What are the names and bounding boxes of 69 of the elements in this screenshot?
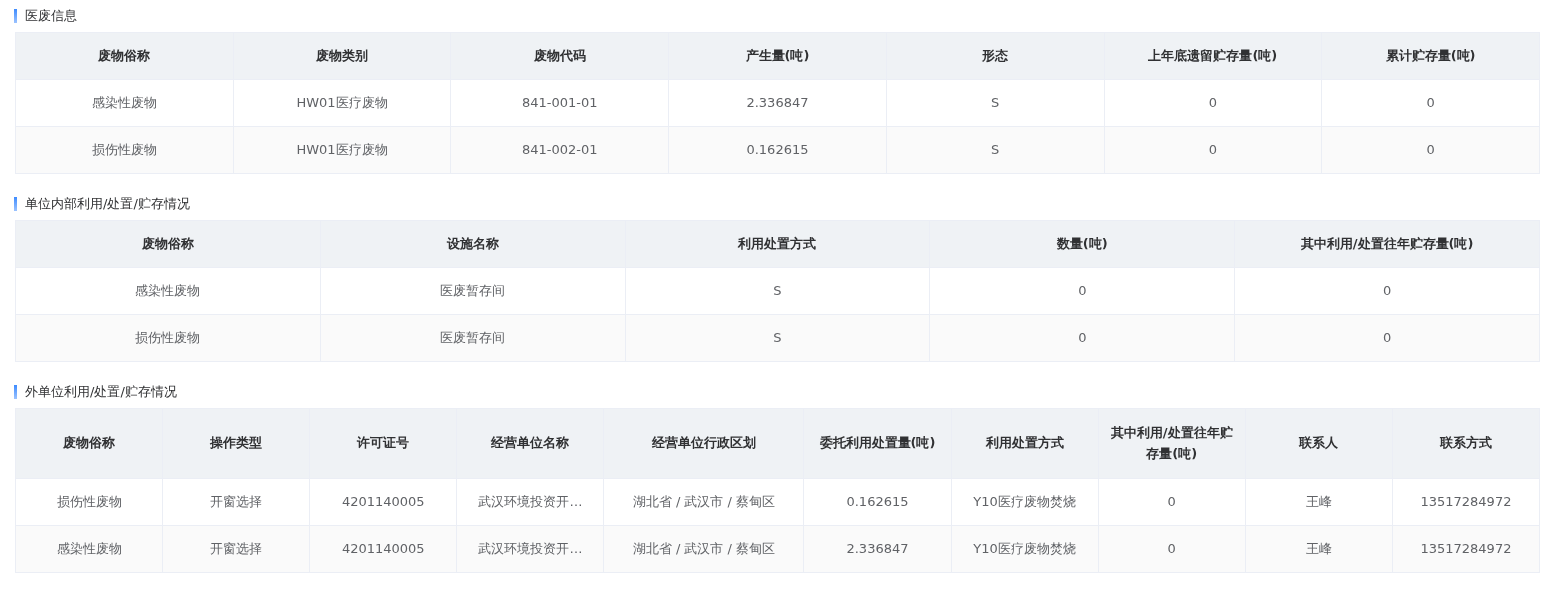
table-cell: 武汉环境投资开… (456, 525, 604, 573)
table-cell: 13517284972 (1392, 478, 1540, 526)
table-cell: 湖北省 / 武汉市 / 蔡甸区 (603, 525, 804, 573)
table-cell: 0 (1234, 314, 1540, 362)
table-cell: 王峰 (1245, 478, 1393, 526)
column-header: 操作类型 (162, 408, 310, 479)
table-cell: 0 (1098, 525, 1246, 573)
column-header: 形态 (886, 32, 1104, 80)
table-cell: 2.336847 (668, 79, 887, 127)
table-cell: S (625, 267, 930, 315)
table-cell: 13517284972 (1392, 525, 1540, 573)
table-cell: 损伤性废物 (15, 126, 234, 174)
table-cell: 2.336847 (803, 525, 952, 573)
column-header: 废物俗称 (15, 220, 321, 268)
column-header: 设施名称 (320, 220, 626, 268)
column-header: 其中利用/处置往年贮存量(吨) (1098, 408, 1246, 479)
table-cell: 0 (1098, 478, 1246, 526)
table-cell: 841-001-01 (450, 79, 669, 127)
table-cell: 感染性废物 (15, 79, 234, 127)
table-cell: 感染性废物 (15, 267, 321, 315)
column-header: 联系方式 (1392, 408, 1540, 479)
table-cell: HW01医疗废物 (233, 79, 451, 127)
column-header: 上年底遗留贮存量(吨) (1104, 32, 1322, 80)
section-title: 单位内部利用/处置/贮存情况 (25, 195, 190, 214)
column-header: 联系人 (1245, 408, 1393, 479)
table-cell: 损伤性废物 (15, 314, 321, 362)
table-cell: S (886, 79, 1104, 127)
column-header: 废物代码 (450, 32, 669, 80)
table-cell: 4201140005 (309, 525, 457, 573)
column-header: 废物类别 (233, 32, 451, 80)
table-cell: 4201140005 (309, 478, 457, 526)
table-cell: 感染性废物 (15, 525, 163, 573)
section-title: 外单位利用/处置/贮存情况 (25, 383, 177, 402)
column-header: 经营单位名称 (456, 408, 604, 479)
table-cell: Y10医疗废物焚烧 (951, 525, 1099, 573)
table-cell: 医废暂存间 (320, 267, 626, 315)
column-header: 利用处置方式 (951, 408, 1099, 479)
table-cell: S (625, 314, 930, 362)
table-cell: 841-002-01 (450, 126, 669, 174)
table-cell: 0 (929, 314, 1235, 362)
column-header: 废物俗称 (15, 408, 163, 479)
table-cell: 0 (1321, 79, 1540, 127)
table-cell: 0 (1104, 126, 1322, 174)
table-cell: 0 (1321, 126, 1540, 174)
table-cell: 开窗选择 (162, 478, 310, 526)
table-cell: 开窗选择 (162, 525, 310, 573)
table-cell: 王峰 (1245, 525, 1393, 573)
table-cell: 医废暂存间 (320, 314, 626, 362)
column-header: 委托利用处置量(吨) (803, 408, 952, 479)
table-cell: 0 (1104, 79, 1322, 127)
table-cell: 0 (929, 267, 1235, 315)
column-header: 产生量(吨) (668, 32, 887, 80)
column-header: 许可证号 (309, 408, 457, 479)
table-cell: Y10医疗废物焚烧 (951, 478, 1099, 526)
column-header: 经营单位行政区划 (603, 408, 804, 479)
table-cell: 武汉环境投资开… (456, 478, 604, 526)
table-cell: S (886, 126, 1104, 174)
table-cell: 损伤性废物 (15, 478, 163, 526)
column-header: 累计贮存量(吨) (1321, 32, 1540, 80)
column-header: 数量(吨) (929, 220, 1235, 268)
section-title: 医废信息 (25, 7, 77, 26)
column-header: 其中利用/处置往年贮存量(吨) (1234, 220, 1540, 268)
table-cell: 0 (1234, 267, 1540, 315)
table-cell: 0.162615 (803, 478, 952, 526)
column-header: 利用处置方式 (625, 220, 930, 268)
table-cell: HW01医疗废物 (233, 126, 451, 174)
table-cell: 湖北省 / 武汉市 / 蔡甸区 (603, 478, 804, 526)
table-cell: 0.162615 (668, 126, 887, 174)
column-header: 废物俗称 (15, 32, 234, 80)
